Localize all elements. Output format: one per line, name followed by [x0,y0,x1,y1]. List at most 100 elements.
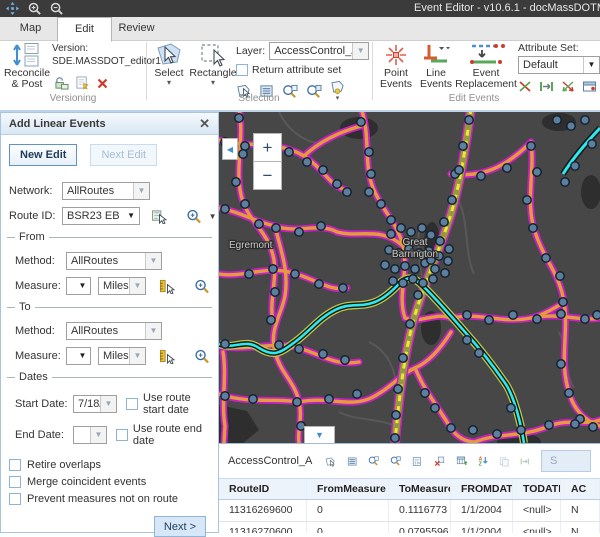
tab-map[interactable]: Map [4,18,57,39]
save-button[interactable]: S [541,450,591,472]
pan-icon[interactable] [6,2,19,15]
return-attribute-set-checkbox[interactable] [236,64,248,76]
use-route-start-date-checkbox[interactable] [126,398,138,410]
new-version-icon[interactable] [75,76,90,90]
from-zoom-icon[interactable] [194,279,210,294]
table-zoom-selected-icon[interactable] [368,453,379,469]
network-combo-arrow[interactable]: ▼ [133,183,149,199]
from-method-combo[interactable]: AllRoutes ▼ [66,252,162,270]
from-measure-combo-arrow[interactable]: ▼ [75,278,90,294]
network-combo[interactable]: AllRoutes ▼ [62,182,150,200]
select-button[interactable]: Select ▾ [150,42,188,86]
attribute-set-combo-arrow[interactable]: ▼ [583,57,599,73]
layer-combo[interactable]: AccessControl_A ▼ [269,42,369,60]
zoom-in-icon[interactable] [28,2,41,15]
prevent-measures-checkbox[interactable] [9,493,21,505]
table-sort-icon[interactable]: A Z [478,453,488,469]
to-method-combo-arrow[interactable]: ▼ [145,323,161,339]
from-method-combo-arrow[interactable]: ▼ [145,253,161,269]
panel-title: Add Linear Events [9,118,106,130]
route-zoom-dropdown-arrow[interactable]: ▼ [209,212,217,221]
point-events-icon [383,42,409,68]
next-edit-button[interactable]: Next Edit [90,144,157,166]
table-select-shape-icon[interactable] [325,454,335,469]
layer-combo-arrow[interactable]: ▼ [352,43,368,59]
attribute-set-label: Attribute Set: [518,42,600,54]
table-source-label: AccessControl_A [228,455,312,467]
option-merge-coincident: Merge coincident events [1,476,218,488]
table-clear-selection-icon[interactable] [434,453,445,469]
select-route-on-map-icon[interactable] [151,209,167,224]
clear-selection-icon[interactable] [330,80,345,94]
measure-offset-icon[interactable] [539,80,554,93]
col-frommeasure[interactable]: FromMeasure [307,479,389,499]
to-method-combo[interactable]: AllRoutes ▼ [66,322,162,340]
group-separator [146,42,147,100]
reconcile-icon [12,42,42,68]
zoom-out-icon[interactable] [50,2,63,15]
to-measure-combo[interactable]: ▼ [66,347,91,365]
start-date-combo-arrow[interactable]: ▼ [100,396,116,412]
map-label-egremont: Egremont [229,240,273,251]
map-view[interactable]: Egremont Great Barrington ◀ + − ▼ [219,112,600,443]
table-add-record-icon[interactable] [456,453,467,469]
rectangle-button[interactable]: Rectangle ▾ [190,42,236,86]
merge-events-icon[interactable] [561,80,575,93]
col-tomeasure[interactable]: ToMeasure [389,479,451,499]
route-id-combo-arrow[interactable]: ▼ [124,208,139,224]
map-zoom-out-button[interactable]: − [253,161,282,190]
to-measure-combo-arrow[interactable]: ▼ [75,348,90,364]
attribute-set-combo[interactable]: Default ▼ [518,56,600,74]
group-separator [372,42,373,100]
end-date-combo-arrow[interactable]: ▼ [90,427,106,443]
to-zoom-icon[interactable] [194,349,210,364]
to-measure-pick-icon[interactable] [159,349,175,364]
next-button[interactable]: Next > [154,516,206,537]
delete-version-icon[interactable] [96,77,109,90]
attributes-window-icon[interactable] [582,80,597,93]
tab-edit[interactable]: Edit [57,17,112,42]
table-pan-selected-icon[interactable] [390,453,401,469]
panel-collapse-button[interactable]: ◀ [222,138,238,160]
rectangle-dropdown-arrow[interactable]: ▾ [211,79,215,86]
col-todate[interactable]: TODATE [513,479,561,499]
to-units-combo[interactable]: Miles ▼ [98,347,146,365]
table-copy-icon[interactable] [499,454,509,469]
table-show-selected-icon[interactable] [347,454,357,469]
to-units-combo-arrow[interactable]: ▼ [129,348,145,364]
route-id-combo[interactable]: BSR23 EB ▼ [62,207,140,225]
split-event-icon[interactable] [518,80,532,93]
table-collapse-tab[interactable]: ▼ [304,426,335,443]
use-route-end-date-checkbox[interactable] [116,429,128,441]
table-offset-icon[interactable] [520,455,530,468]
from-measure-combo[interactable]: ▼ [66,277,91,295]
col-fromdate[interactable]: FROMDATE [451,479,513,499]
event-replacement-button[interactable]: Event Replacement [455,42,517,90]
select-dropdown-arrow[interactable]: ▾ [167,79,171,86]
line-events-button[interactable]: Line Events [418,42,454,90]
route-zoom-icon[interactable] [186,209,202,224]
from-units-combo-arrow[interactable]: ▼ [129,278,145,294]
table-row[interactable]: 11316269600 0 0.1116773 1/1/2004 <null> … [219,500,600,522]
new-edit-button[interactable]: New Edit [9,144,77,166]
tab-review[interactable]: Review [110,18,163,39]
table-calculate-icon[interactable] [412,454,422,469]
unlock-version-icon[interactable] [54,76,69,90]
merge-coincident-checkbox[interactable] [9,476,21,488]
col-routeid[interactable]: RouteID [219,479,307,499]
map-zoom-in-button[interactable]: + [253,133,282,162]
from-measure-pick-icon[interactable] [159,279,175,294]
point-events-button[interactable]: Point Events [378,42,414,90]
reconcile-post-button[interactable]: Reconcile & Post [4,42,50,90]
app-title: Event Editor - v10.6.1 - docMassDOTM [414,2,600,14]
table-row[interactable]: 11316270600 0 0.0795596 1/1/2004 <null> … [219,522,600,533]
add-linear-events-panel: Add Linear Events ✕ New Edit Next Edit N… [0,112,219,533]
from-units-combo[interactable]: Miles ▼ [98,277,146,295]
route-id-label: Route ID: [9,210,57,222]
option-retire-overlaps: Retire overlaps [1,459,218,471]
col-accesscontrol[interactable]: AC [561,479,600,499]
start-date-combo[interactable]: 7/18/ ▼ [73,395,117,413]
retire-overlaps-checkbox[interactable] [9,459,21,471]
end-date-combo[interactable]: ▼ [73,426,107,444]
panel-close-icon[interactable]: ✕ [199,116,210,132]
